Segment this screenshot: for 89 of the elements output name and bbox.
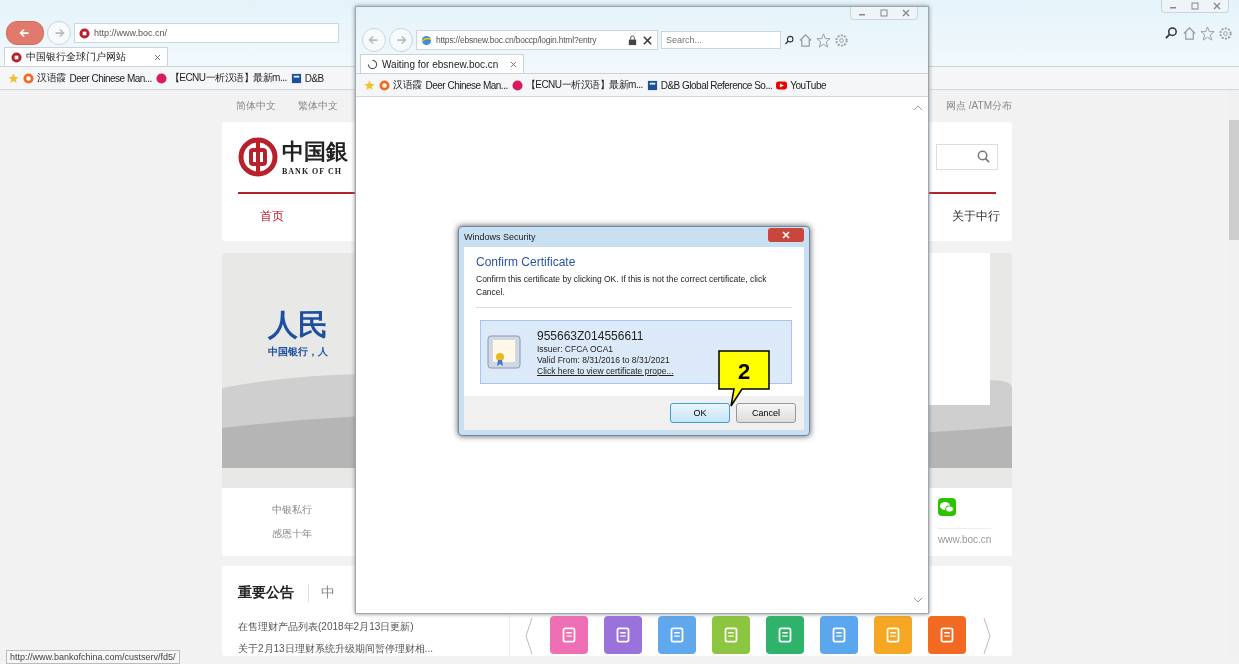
ball-icon [511, 79, 523, 91]
banner-title: 人民 [268, 306, 328, 343]
browser-tab[interactable]: Waiting for ebsnew.boc.cn [360, 54, 524, 73]
play-icon [776, 79, 788, 91]
close-icon [781, 231, 791, 239]
certificate-properties-link[interactable]: Click here to view certificate prope... [537, 365, 674, 376]
notice-link[interactable]: 关于2月13日理财系统升级期间暂停理财相... [238, 642, 493, 656]
favorite-link[interactable]: 【ECNU一析汉语】最新m... [511, 78, 643, 92]
lock-icon [627, 34, 638, 46]
banner-subtitle: 中国银行，人 [268, 344, 328, 359]
service-tile-icon[interactable] [766, 616, 804, 654]
forward-button[interactable] [389, 28, 413, 52]
certificate-name: 955663Z014556611 [537, 328, 645, 343]
favorite-link[interactable]: 【ECNU一析汉语】最新m... [155, 71, 287, 85]
back-arrow-icon [367, 33, 381, 47]
scroll-up-icon[interactable] [913, 105, 923, 111]
bank-name-english: BANK OF CH [282, 167, 343, 176]
notice-tab[interactable]: 中 [308, 584, 335, 602]
scroll-down-icon[interactable] [913, 597, 923, 603]
close-button[interactable] [768, 228, 804, 242]
back-arrow-icon [18, 26, 32, 40]
dialog-message: Confirm this certificate by clicking OK. If this is not the correct certificate, click Cancel. [476, 273, 792, 308]
ball-icon [155, 72, 167, 84]
document-icon [290, 72, 302, 84]
settings-icon[interactable] [1218, 25, 1233, 41]
address-field[interactable]: https://ebsnew.boc.cn/boccp/login.html?entry [416, 30, 658, 50]
chevron-left-icon[interactable] [524, 616, 534, 656]
site-search-field[interactable] [936, 143, 998, 170]
forward-button[interactable] [47, 21, 71, 45]
notice-link[interactable]: 在售理财产品列表(2018年2月13日更新) [238, 620, 493, 634]
private-banking-text: 感恩十年 [272, 526, 312, 541]
status-url: http://www.bankofchina.com/custserv/fd5/ [6, 650, 180, 664]
address-field[interactable]: http://www.boc.cn/ [74, 23, 339, 43]
maximize-icon [1190, 2, 1200, 10]
site-icon [79, 27, 90, 39]
nav-link[interactable]: 关于中行 [952, 207, 1000, 225]
search-icon [976, 149, 991, 164]
search-field[interactable]: Search... [661, 31, 781, 49]
notice-title[interactable]: 重要公告 [238, 584, 294, 602]
loading-icon [367, 58, 378, 70]
bank-name: 中国銀 [282, 138, 348, 166]
document-icon [646, 79, 658, 91]
service-tile-icon[interactable] [820, 616, 858, 654]
search-icon[interactable] [784, 34, 795, 46]
favorite-link[interactable]: 汉语霞 [379, 78, 422, 92]
favorite-link[interactable]: Deer Chinese Man... [69, 72, 152, 84]
dialog-heading: Confirm Certificate [476, 255, 577, 269]
back-button[interactable] [6, 21, 44, 45]
site-icon [11, 51, 22, 63]
close-icon [1212, 2, 1222, 10]
star-icon [8, 72, 19, 84]
favorite-link[interactable]: D&B Global Reference So... [646, 79, 773, 91]
browser-tab[interactable]: 中国银行全球门户网站 [4, 47, 168, 66]
search-icon[interactable] [1164, 25, 1179, 41]
service-tile-icon[interactable] [658, 616, 696, 654]
service-tile-icon[interactable] [928, 616, 966, 654]
star-outline-icon[interactable] [816, 32, 831, 48]
nav-link[interactable]: 首页 [260, 207, 284, 225]
chevron-right-icon[interactable] [982, 616, 992, 656]
favorite-link[interactable]: D&B [290, 72, 324, 84]
bank-logo-icon [238, 136, 278, 177]
close-icon [901, 9, 911, 17]
favorite-link[interactable]: YouTube [776, 79, 827, 91]
service-tile-icon[interactable] [874, 616, 912, 654]
close-tab-icon[interactable] [154, 53, 161, 61]
service-tile-icon[interactable] [712, 616, 750, 654]
favorite-link[interactable]: 汉语霞 [23, 71, 66, 85]
maximize-icon [879, 9, 889, 17]
service-tile-icon[interactable] [550, 616, 588, 654]
service-tile-icon[interactable] [604, 616, 642, 654]
star-outline-icon[interactable] [1200, 25, 1215, 41]
globe-icon [421, 34, 432, 46]
dialog-button[interactable]: OK [670, 403, 730, 423]
star-icon [364, 79, 375, 91]
site-url: www.boc.cn [938, 528, 992, 546]
settings-icon[interactable] [834, 32, 849, 48]
favorite-link[interactable]: Deer Chinese Man... [425, 79, 508, 91]
certificate-validity: Valid From: 8/31/2016 to 8/31/2021 [537, 354, 671, 365]
certificate-issuer: Issuer: CFCA OCA1 [537, 343, 615, 354]
step-callout: 2 [718, 350, 770, 408]
private-banking-text: 中银私行 [272, 502, 312, 517]
site-logo-icon [379, 79, 390, 91]
dialog-title: Windows Security [464, 232, 536, 242]
dialog-button[interactable]: Cancel [736, 403, 796, 423]
certificate-icon [487, 335, 521, 369]
chat-bubbles-icon[interactable] [938, 498, 956, 517]
close-icon[interactable] [642, 34, 653, 46]
close-tab-icon[interactable] [510, 60, 517, 68]
site-logo-icon [23, 72, 34, 84]
